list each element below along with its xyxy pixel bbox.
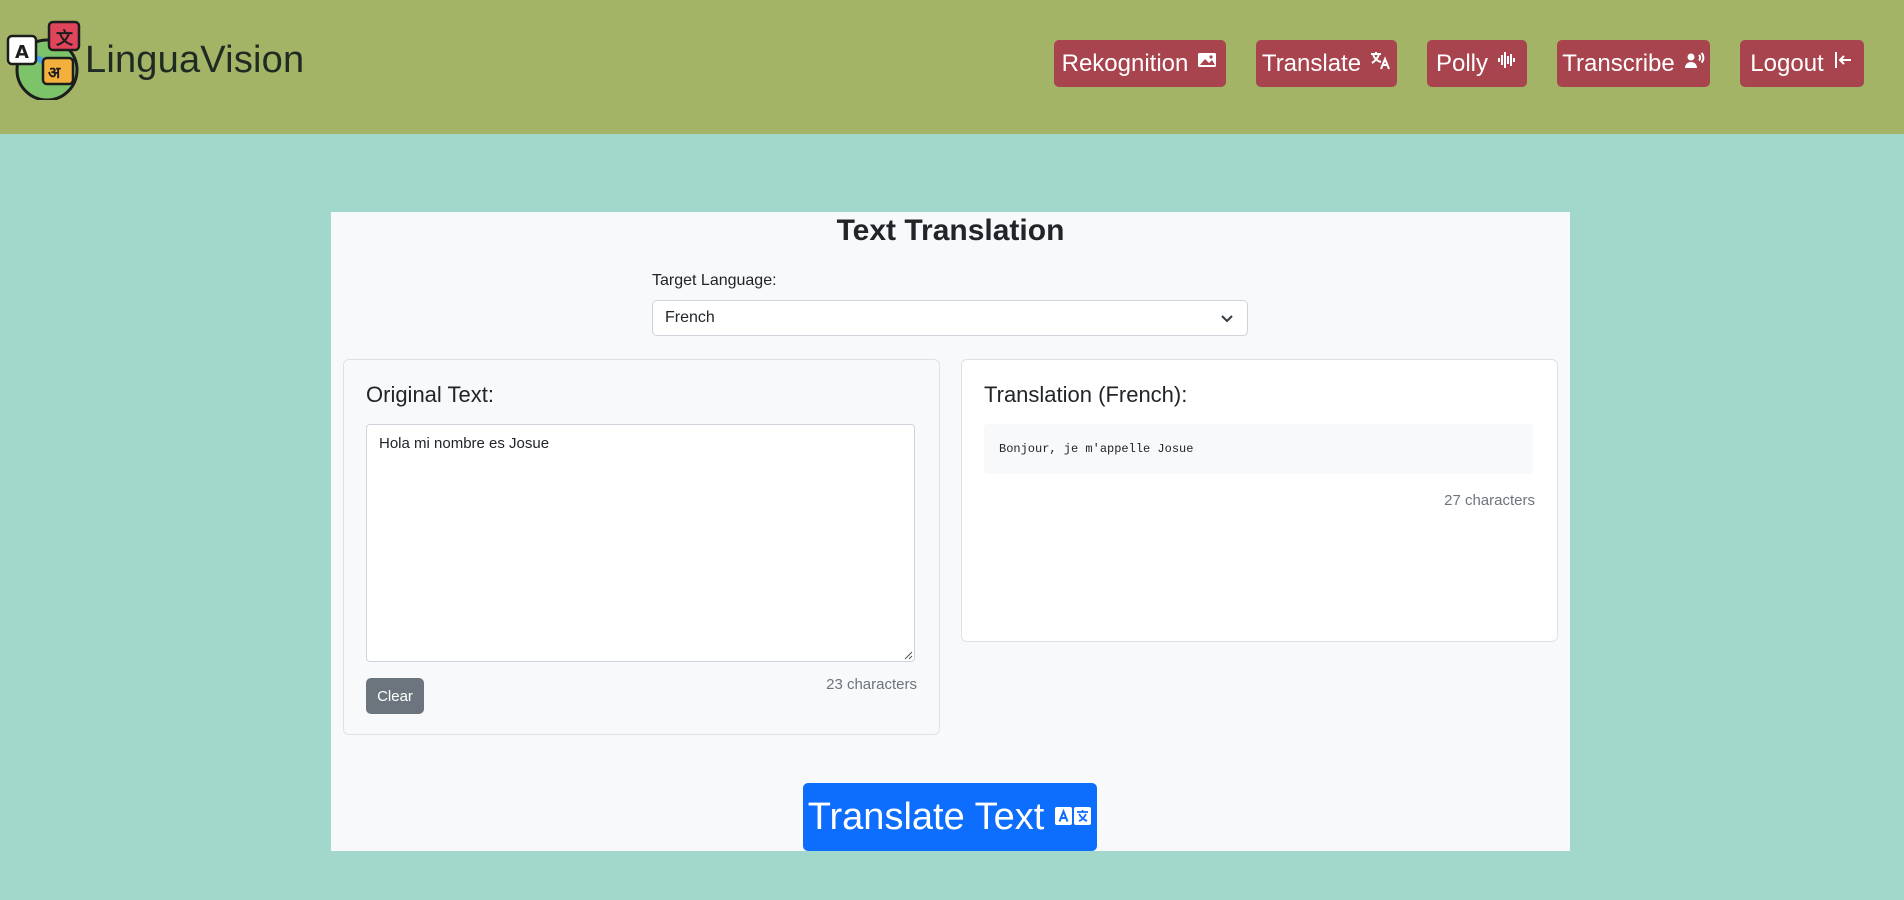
chevron-down-icon [1221, 315, 1233, 323]
target-language-label: Target Language: [652, 272, 777, 289]
brand[interactable]: A 文 अ LinguaVision [5, 20, 305, 102]
target-language-select[interactable]: French [652, 300, 1248, 336]
translation-card: Text Translation Target Language: French… [331, 212, 1570, 851]
nav-rekognition-button[interactable]: Rekognition [1054, 40, 1226, 87]
nav-transcribe-label: Transcribe [1562, 49, 1675, 77]
original-text-input[interactable]: Hola mi nombre es Josue [366, 424, 915, 662]
nav-translate-button[interactable]: Translate [1256, 40, 1397, 87]
alphabet-translate-icon [1054, 796, 1092, 839]
svg-text:文: 文 [56, 28, 74, 49]
nav-logout-label: Logout [1750, 49, 1824, 77]
box-arrow-left-icon [1832, 49, 1854, 78]
resize-handle-icon[interactable] [904, 651, 913, 660]
nav-transcribe-button[interactable]: Transcribe [1557, 40, 1710, 87]
translate-text-label: Translate Text [807, 795, 1045, 838]
soundwave-icon [1496, 49, 1518, 78]
original-text-panel: Original Text: Hola mi nombre es Josue C… [343, 359, 940, 735]
nav-polly-button[interactable]: Polly [1427, 40, 1527, 87]
person-voice-icon [1683, 49, 1705, 78]
svg-text:A: A [15, 42, 29, 63]
nav-logout-button[interactable]: Logout [1740, 40, 1864, 87]
translation-panel: Translation (French): Bonjour, je m'appe… [961, 359, 1558, 642]
original-char-count: 23 characters [826, 676, 917, 693]
translation-heading: Translation (French): [984, 382, 1188, 407]
language-logo-icon: A 文 अ [5, 20, 83, 102]
top-navbar: A 文 अ LinguaVision Rekognition Translate… [0, 0, 1904, 134]
svg-text:अ: अ [48, 63, 61, 82]
nav-translate-label: Translate [1261, 49, 1362, 77]
translation-output: Bonjour, je m'appelle Josue [984, 424, 1533, 474]
translate-text-button[interactable]: Translate Text [803, 783, 1097, 851]
image-icon [1196, 49, 1218, 78]
target-language-value: French [665, 309, 715, 326]
clear-button[interactable]: Clear [366, 678, 424, 714]
page-title: Text Translation [836, 214, 1065, 247]
brand-name: LinguaVision [85, 38, 305, 81]
nav-rekognition-label: Rekognition [1061, 49, 1189, 77]
original-text-heading: Original Text: [366, 382, 494, 407]
translate-icon [1369, 49, 1391, 78]
translation-char-count: 27 characters [1444, 492, 1535, 509]
nav-polly-label: Polly [1435, 49, 1489, 77]
